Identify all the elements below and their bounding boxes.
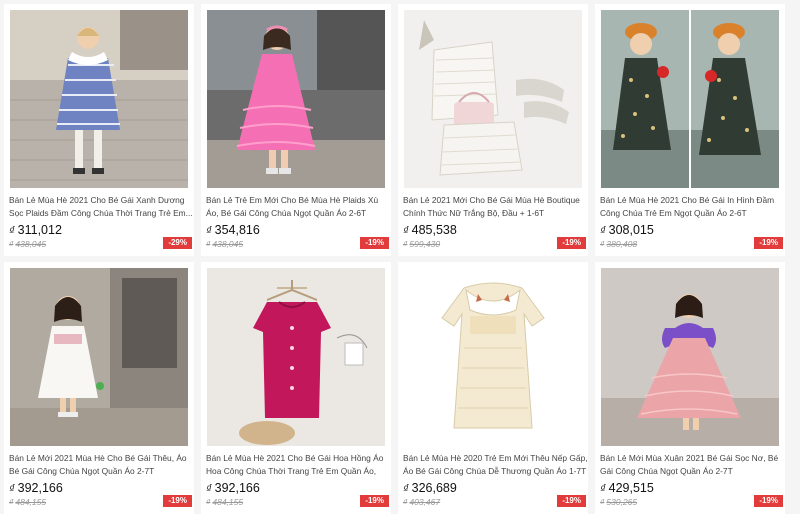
product-image[interactable]: [10, 268, 188, 446]
product-price: ₫ 326,689: [403, 481, 457, 495]
currency-symbol: ₫: [403, 239, 408, 249]
product-card[interactable]: Bán Lẻ Mùa Hè 2020 Trẻ Em Mới Thêu Nếp G…: [398, 262, 588, 514]
product-title[interactable]: Bán Lẻ Mùa Hè 2021 Cho Bé Gái Xanh Dương…: [9, 194, 194, 220]
product-image[interactable]: [404, 10, 582, 188]
original-price: ₫ 484,155: [9, 497, 47, 507]
currency-symbol: ₫: [600, 497, 605, 507]
product-price: ₫ 392,166: [206, 481, 260, 495]
product-title[interactable]: Bán Lẻ Mới 2021 Mùa Hè Cho Bé Gái Thêu, …: [9, 452, 194, 478]
product-price: ₫ 354,816: [206, 223, 260, 237]
currency-symbol: ₫: [600, 239, 605, 249]
product-card[interactable]: Bán Lẻ Mới Mùa Xuân 2021 Bé Gái Sọc Nơ, …: [595, 262, 785, 514]
discount-badge: -19%: [754, 495, 783, 507]
product-price: ₫ 311,012: [9, 223, 62, 237]
product-image[interactable]: [601, 268, 779, 446]
currency-symbol: ₫: [206, 483, 212, 495]
product-price: ₫ 485,538: [403, 223, 457, 237]
product-image[interactable]: [601, 10, 779, 188]
product-grid: Bán Lẻ Mùa Hè 2021 Cho Bé Gái Xanh Dương…: [0, 0, 800, 514]
currency-symbol: ₫: [600, 483, 606, 495]
product-title[interactable]: Bán Lẻ Mùa Hè 2021 Cho Bé Gái In Hình Đầ…: [600, 194, 785, 220]
product-title[interactable]: Bán Lẻ Mới Mùa Xuân 2021 Bé Gái Sọc Nơ, …: [600, 452, 785, 478]
original-price: ₫ 599,430: [403, 239, 441, 249]
currency-symbol: ₫: [206, 239, 211, 249]
currency-symbol: ₫: [9, 483, 15, 495]
original-price: ₫ 438,045: [206, 239, 244, 249]
product-card[interactable]: Bán Lẻ 2021 Mới Cho Bé Gái Mùa Hè Boutiq…: [398, 4, 588, 256]
currency-symbol: ₫: [403, 225, 409, 237]
product-price: ₫ 308,015: [600, 223, 654, 237]
currency-symbol: ₫: [600, 225, 606, 237]
discount-badge: -19%: [360, 495, 389, 507]
original-price: ₫ 484,155: [206, 497, 244, 507]
product-price: ₫ 392,166: [9, 481, 63, 495]
currency-symbol: ₫: [403, 483, 409, 495]
product-title[interactable]: Bán Lẻ 2021 Mới Cho Bé Gái Mùa Hè Boutiq…: [403, 194, 588, 220]
discount-badge: -19%: [360, 237, 389, 249]
original-price: ₫ 438,045: [9, 239, 47, 249]
product-image[interactable]: [207, 268, 385, 446]
product-image[interactable]: [207, 10, 385, 188]
discount-badge: -29%: [163, 237, 192, 249]
product-image[interactable]: [10, 10, 188, 188]
product-price: ₫ 429,515: [600, 481, 654, 495]
product-image[interactable]: [404, 268, 582, 446]
original-price: ₫ 530,265: [600, 497, 638, 507]
product-title[interactable]: Bán Lẻ Mùa Hè 2020 Trẻ Em Mới Thêu Nếp G…: [403, 452, 588, 478]
product-title[interactable]: Bán Lẻ Mùa Hè 2021 Cho Bé Gái Hoa Hồng Á…: [206, 452, 391, 478]
discount-badge: -19%: [754, 237, 783, 249]
currency-symbol: ₫: [403, 497, 408, 507]
discount-badge: -19%: [557, 237, 586, 249]
currency-symbol: ₫: [206, 225, 212, 237]
currency-symbol: ₫: [9, 497, 14, 507]
discount-badge: -19%: [163, 495, 192, 507]
product-card[interactable]: Bán Lẻ Trẻ Em Mới Cho Bé Mùa Hè Plaids X…: [201, 4, 391, 256]
currency-symbol: ₫: [9, 225, 15, 237]
product-title[interactable]: Bán Lẻ Trẻ Em Mới Cho Bé Mùa Hè Plaids X…: [206, 194, 391, 220]
product-card[interactable]: Bán Lẻ Mùa Hè 2021 Cho Bé Gái In Hình Đầ…: [595, 4, 785, 256]
product-card[interactable]: Bán Lẻ Mùa Hè 2021 Cho Bé Gái Xanh Dương…: [4, 4, 194, 256]
discount-badge: -19%: [557, 495, 586, 507]
product-card[interactable]: Bán Lẻ Mới 2021 Mùa Hè Cho Bé Gái Thêu, …: [4, 262, 194, 514]
original-price: ₫ 403,467: [403, 497, 441, 507]
product-card[interactable]: Bán Lẻ Mùa Hè 2021 Cho Bé Gái Hoa Hồng Á…: [201, 262, 391, 514]
currency-symbol: ₫: [206, 497, 211, 507]
currency-symbol: ₫: [9, 239, 14, 249]
original-price: ₫ 380,408: [600, 239, 638, 249]
